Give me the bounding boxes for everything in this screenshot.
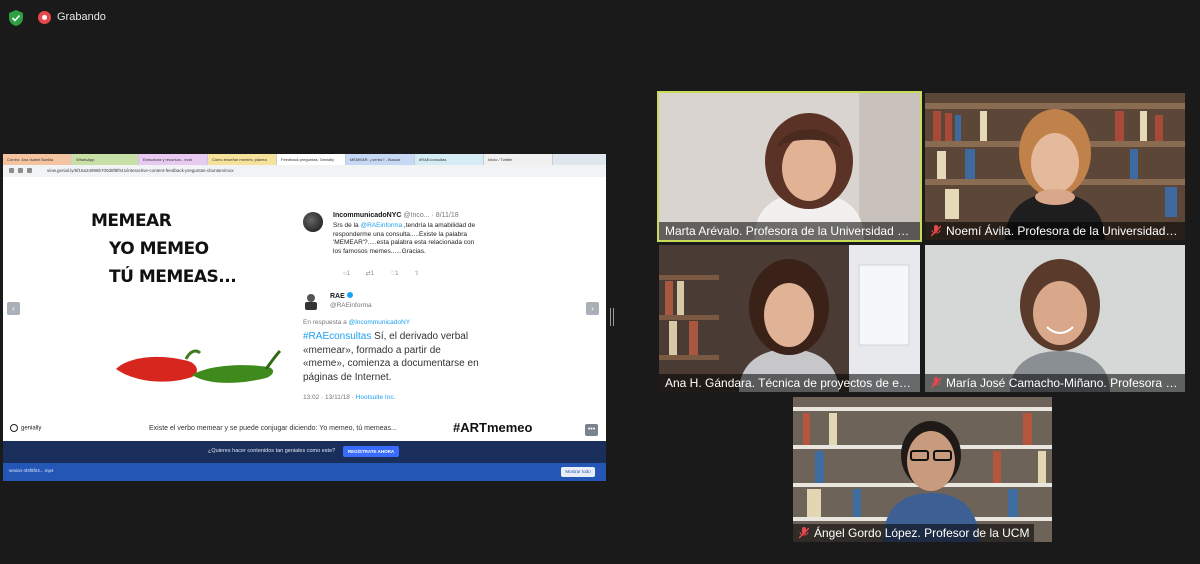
download-bar: sesion-4f4f9f24....mp4 Mostrar todo: [3, 463, 606, 481]
rae-time: 13:02 · 13/11/18 ·: [303, 394, 356, 401]
participant-name: María José Camacho-Miñano. Profesora de.…: [925, 374, 1185, 392]
chili-peppers-image: [116, 349, 282, 383]
back-icon[interactable]: [9, 168, 14, 173]
rae-handle: @RAEinforma: [330, 302, 372, 309]
participant-tile-ana[interactable]: Ana H. Gándara. Técnica de proyectos de …: [659, 245, 920, 392]
browser-tab[interactable]: WhatsApp: [72, 154, 139, 165]
browser-tab-strip: Correo: Ana Isabel Bonilla WhatsApp Estr…: [3, 154, 606, 165]
slide-title-line: YO MEMEO: [109, 239, 209, 259]
show-all-downloads-button[interactable]: Mostrar todo: [561, 467, 595, 477]
tweet-header: IncommunicadoNYC @Inco... · 8/11/18: [333, 212, 459, 219]
mic-muted-icon: [931, 377, 941, 389]
reply-label: En respuesta a: [303, 319, 349, 326]
tweet-date: · 8/11/18: [431, 212, 459, 219]
participant-name-text: Ana H. Gándara. Técnica de proyectos de …: [665, 376, 920, 390]
participant-name-text: Ángel Gordo López. Profesor de la UCM: [814, 526, 1030, 540]
forward-icon[interactable]: [18, 168, 23, 173]
mic-muted-icon: [799, 527, 809, 539]
tweet-author-handle: @Inco...: [403, 212, 430, 219]
browser-tab-active[interactable]: Feedback preguntas: Genially: [277, 154, 346, 165]
slide-hashtag: #ARTmemeo: [453, 420, 533, 435]
tweet-mention: @RAEinforma: [360, 222, 403, 229]
shared-screen: Correo: Ana Isabel Bonilla WhatsApp Estr…: [3, 154, 606, 481]
browser-tab[interactable]: MEMEAR: ¿verbo? - Buscar: [346, 154, 415, 165]
reply-context: En respuesta a @IncommunicadoNY: [303, 319, 410, 326]
avatar: [303, 212, 323, 232]
recording-label: Grabando: [57, 11, 106, 23]
more-options-button[interactable]: •••: [585, 424, 598, 436]
chevron-right-icon: ›: [591, 304, 594, 313]
tweet-author-name: IncommunicadoNYC: [333, 212, 402, 219]
rae-header: RAE @RAEinforma: [330, 292, 372, 310]
resize-handle[interactable]: [610, 308, 614, 326]
genially-brand-label: genially: [21, 425, 42, 432]
participant-name: Ángel Gordo López. Profesor de la UCM: [793, 524, 1035, 542]
genially-signup-bar: ¿Quieres hacer contenidos tan geniales c…: [3, 441, 606, 463]
browser-tab[interactable]: Cómo enseñar memes: planea: [208, 154, 277, 165]
slide-title-line: TÚ MEMEAS...: [109, 267, 237, 287]
genially-brand[interactable]: genially: [10, 424, 41, 432]
shield-check-icon[interactable]: [9, 10, 23, 26]
next-slide-button[interactable]: ›: [586, 302, 599, 315]
participant-video: [659, 245, 920, 392]
mic-muted-icon: [931, 225, 941, 237]
participant-tile-maria[interactable]: María José Camacho-Miñano. Profesora de.…: [925, 245, 1185, 392]
participant-name: Noemí Ávila. Profesora de la Universidad…: [925, 222, 1185, 240]
recording-icon: [38, 11, 51, 24]
participant-video: [925, 245, 1185, 392]
participant-video: [659, 93, 920, 240]
browser-tab[interactable]: Estructura y recursos - eval: [139, 154, 208, 165]
participant-name-text: María José Camacho-Miñano. Profesora de.…: [946, 376, 1185, 390]
browser-tab[interactable]: Correo: Ana Isabel Bonilla: [3, 154, 72, 165]
participant-video: [925, 93, 1185, 240]
reply-mention: @IncommunicadoNY: [348, 319, 411, 326]
retweet-count: 1: [370, 271, 375, 277]
participant-name: Marta Arévalo. Profesora de la Universid…: [659, 222, 920, 240]
ellipsis-icon: •••: [587, 426, 596, 433]
participant-name: Ana H. Gándara. Técnica de proyectos de …: [659, 374, 920, 392]
rae-hashtag: #RAEconsultas: [303, 331, 372, 342]
signup-prompt: ¿Quieres hacer contenidos tan geniales c…: [208, 448, 336, 454]
participant-name-text: Marta Arévalo. Profesora de la Universid…: [665, 224, 920, 238]
slide-title-line: MEMEAR: [91, 211, 172, 231]
like-count: 1: [395, 271, 399, 277]
participant-tile-angel[interactable]: Ángel Gordo López. Profesor de la UCM: [793, 397, 1052, 542]
rae-name: RAE: [330, 293, 345, 300]
share-icon: ⇧: [414, 271, 420, 277]
prev-slide-button[interactable]: ‹: [7, 302, 20, 315]
browser-tab[interactable]: #RAEconsultas: [415, 154, 484, 165]
url-text[interactable]: view.genial.ly/5f16a34998b700d8f8f041/in…: [47, 168, 234, 173]
participant-tile-marta[interactable]: Marta Arévalo. Profesora de la Universid…: [657, 91, 922, 242]
chevron-left-icon: ‹: [12, 304, 15, 313]
tweet-text-prefix: Srs de la: [333, 222, 361, 229]
browser-tab[interactable]: Inicio / Twitter: [484, 154, 553, 165]
participant-tile-noemi[interactable]: Noemí Ávila. Profesora de la Universidad…: [925, 93, 1185, 240]
rae-source: Hootsuite Inc.: [355, 394, 396, 401]
participant-name-text: Noemí Ávila. Profesora de la Universidad…: [946, 224, 1185, 238]
slide-title: MEMEAR YO MEMEO TÚ MEMEAS...: [91, 207, 237, 291]
verified-icon: [346, 292, 353, 298]
rae-tweet-meta: 13:02 · 13/11/18 · Hootsuite Inc.: [303, 394, 395, 401]
rae-tweet-text: #RAEconsultas Sí, el derivado verbal «me…: [303, 330, 483, 384]
slide-caption: Existe el verbo memear y se puede conjug…: [149, 425, 397, 432]
genially-slide: MEMEAR YO MEMEO TÚ MEMEAS... Incommunica…: [3, 177, 606, 441]
tweet-text: Srs de la @RAEinforma ,tendría la amabil…: [333, 222, 483, 256]
participant-video: [793, 397, 1052, 542]
register-button[interactable]: REGÍSTRATE AHORA: [343, 446, 399, 457]
genially-logo-icon: [10, 424, 18, 432]
meeting-status-bar: Grabando: [0, 0, 1200, 36]
reload-icon[interactable]: [27, 168, 32, 173]
rae-logo-icon: [305, 294, 317, 310]
tweet-actions: ○1 ⇄1 ♡1 ⇧: [343, 270, 419, 277]
reply-count: 1: [346, 271, 350, 277]
download-item[interactable]: sesion-4f4f9f24....mp4: [9, 468, 79, 476]
